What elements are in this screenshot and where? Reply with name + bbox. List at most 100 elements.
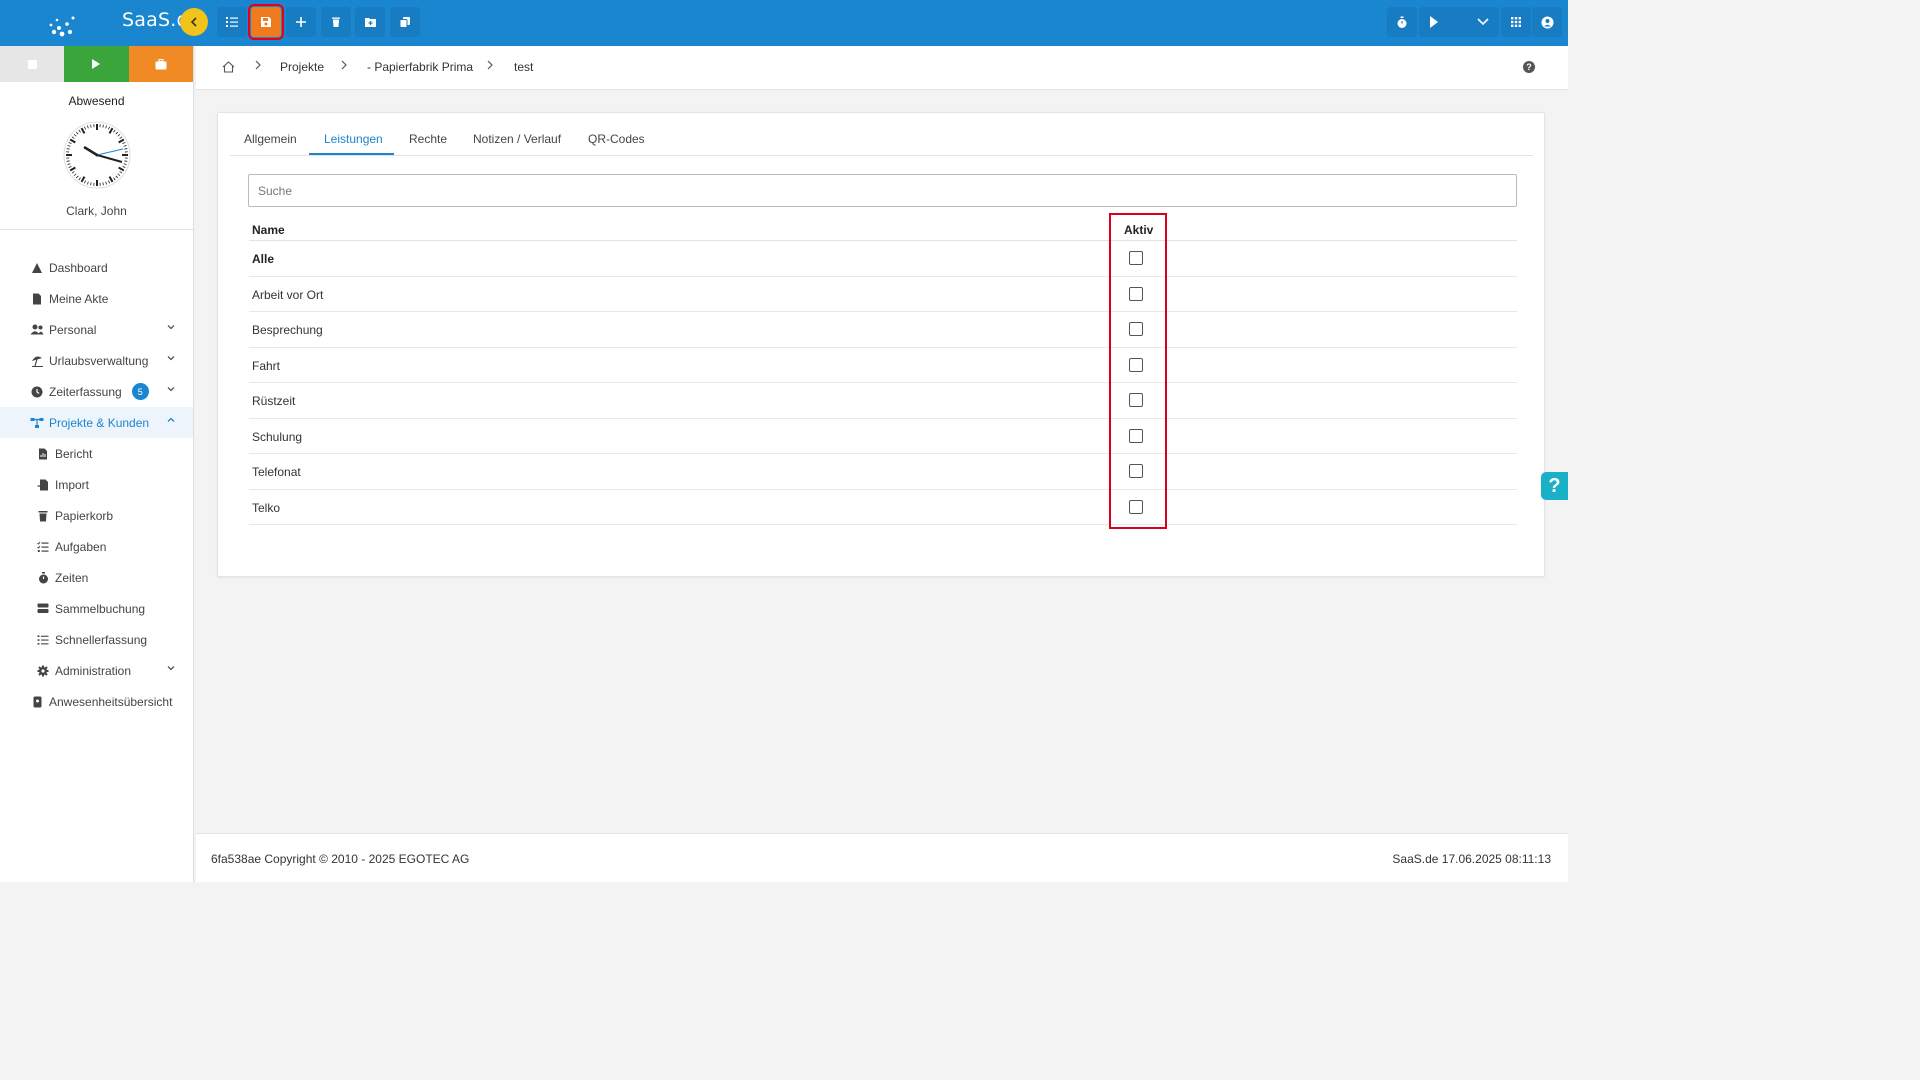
breadcrumb: Projekte - Papierfabrik Prima test ? [196, 46, 1568, 90]
nav-zeiterfassung[interactable]: Zeiterfassung 5 [0, 376, 193, 407]
nav-label: Bericht [55, 446, 93, 461]
nav-meine-akte[interactable]: Meine Akte [0, 283, 193, 314]
stop-icon [27, 59, 37, 69]
sidebar: Abwesend Clark, John Dashboard Meine Akt… [0, 46, 194, 882]
tab-qr-codes[interactable]: QR-Codes [588, 132, 645, 146]
project-tree-icon [30, 416, 44, 430]
floating-help-button[interactable]: ? [1541, 472, 1568, 500]
nav-dashboard[interactable]: Dashboard [0, 252, 193, 283]
add-button[interactable] [286, 7, 316, 37]
back-button[interactable] [180, 8, 208, 36]
breadcrumb-item[interactable]: - Papierfabrik Prima [367, 60, 473, 74]
plus-icon [296, 17, 306, 27]
start-timer-dropdown[interactable] [1419, 7, 1499, 37]
nav-label: Schnellerfassung [55, 632, 148, 647]
row-name: Telefonat [252, 465, 301, 479]
nav-bericht[interactable]: Bericht [0, 438, 193, 469]
business-trip-button[interactable] [128, 46, 193, 82]
dashboard-icon [30, 261, 44, 275]
clock-icon [63, 121, 130, 189]
file-icon [30, 292, 44, 306]
nav-label: Papierkorb [55, 508, 114, 523]
nav-urlaubsverwaltung[interactable]: Urlaubsverwaltung [0, 345, 193, 376]
home-icon[interactable] [222, 61, 235, 73]
breadcrumb-item: test [514, 60, 534, 74]
new-folder-button[interactable] [355, 7, 385, 37]
column-header-name[interactable]: Name [252, 223, 285, 237]
aktiv-checkbox[interactable] [1129, 322, 1143, 336]
presence-status: Abwesend [68, 94, 125, 108]
chevron-down-icon [167, 356, 175, 361]
timer-icon [1397, 16, 1407, 28]
start-button[interactable] [64, 46, 129, 82]
aktiv-checkbox[interactable] [1129, 393, 1143, 407]
copy-icon [399, 17, 410, 28]
chevron-up-icon [167, 417, 175, 422]
trash-icon [36, 509, 50, 523]
table-header: Name Aktiv [249, 215, 1517, 241]
tasks-icon [36, 540, 50, 554]
chevron-down-icon [167, 387, 175, 392]
tab-rechte[interactable]: Rechte [409, 132, 447, 146]
timer-button[interactable] [1387, 7, 1417, 37]
search-input[interactable] [248, 174, 1517, 207]
nav-schnellerfassung[interactable]: Schnellerfassung [0, 624, 193, 655]
chevron-right-icon [255, 60, 261, 70]
nav-label: Aufgaben [55, 539, 107, 554]
aktiv-checkbox[interactable] [1129, 464, 1143, 478]
umbrella-beach-icon [30, 354, 44, 368]
delete-button[interactable] [321, 7, 351, 37]
nav-label: Administration [55, 663, 132, 678]
nav-anwesenheitsuebersicht[interactable]: Anwesenheitsübersicht [0, 686, 193, 717]
nav-zeiten[interactable]: Zeiten [0, 562, 193, 593]
nav-label: Meine Akte [49, 291, 109, 306]
copy-button[interactable] [390, 7, 420, 37]
breadcrumb-item[interactable]: Projekte [280, 60, 324, 74]
stop-button[interactable] [0, 46, 65, 82]
nav-administration[interactable]: Administration [0, 655, 193, 686]
column-header-aktiv[interactable]: Aktiv [1124, 223, 1153, 237]
aktiv-checkbox[interactable] [1129, 251, 1143, 265]
tab-leistungen[interactable]: Leistungen [324, 132, 383, 146]
nav-label: Sammelbuchung [55, 601, 146, 616]
table-row: Schulung [249, 419, 1517, 454]
active-tab-indicator [309, 153, 394, 155]
table-row: Rüstzeit [249, 383, 1517, 419]
table-row: Fahrt [249, 348, 1517, 383]
chevron-down-icon [167, 666, 175, 671]
help-icon[interactable]: ? [1523, 61, 1535, 73]
play-dropdown-icon [1430, 16, 1489, 28]
chevron-right-icon [487, 60, 493, 70]
apps-button[interactable] [1501, 7, 1531, 37]
aktiv-checkbox[interactable] [1129, 286, 1143, 301]
nav-label: Import [55, 477, 90, 492]
report-icon [36, 447, 50, 461]
row-name: Schulung [252, 429, 303, 444]
nav-aufgaben[interactable]: Aufgaben [0, 531, 193, 562]
nav-import[interactable]: Import [0, 469, 193, 500]
row-name: Fahrt [252, 358, 281, 373]
main-nav: Dashboard Meine Akte Personal Urlaubsver… [0, 252, 193, 717]
nav-papierkorb[interactable]: Papierkorb [0, 500, 193, 531]
user-name: Clark, John [66, 204, 127, 218]
logo[interactable]: SaaS.de [48, 4, 200, 40]
tab-allgemein[interactable]: Allgemein [244, 132, 297, 146]
stopwatch-icon [36, 571, 50, 585]
nav-label: Projekte & Kunden [49, 415, 150, 430]
aktiv-checkbox[interactable] [1129, 499, 1143, 514]
nav-projekte-kunden[interactable]: Projekte & Kunden [0, 407, 193, 438]
tab-bar: Allgemein Leistungen Rechte Notizen / Ve… [230, 123, 1533, 156]
table-row: Besprechung [249, 312, 1517, 348]
aktiv-checkbox[interactable] [1129, 428, 1143, 443]
tab-notizen-verlauf[interactable]: Notizen / Verlauf [473, 132, 561, 146]
file-import-icon [36, 478, 50, 492]
list-button[interactable] [217, 7, 247, 37]
user-menu-button[interactable] [1532, 7, 1562, 37]
save-button[interactable] [248, 4, 284, 40]
aktiv-checkbox[interactable] [1129, 357, 1143, 372]
list-icon [226, 17, 238, 27]
nav-personal[interactable]: Personal [0, 314, 193, 345]
apps-grid-icon [1511, 17, 1521, 27]
save-icon [261, 17, 271, 27]
nav-sammelbuchung[interactable]: Sammelbuchung [0, 593, 193, 624]
